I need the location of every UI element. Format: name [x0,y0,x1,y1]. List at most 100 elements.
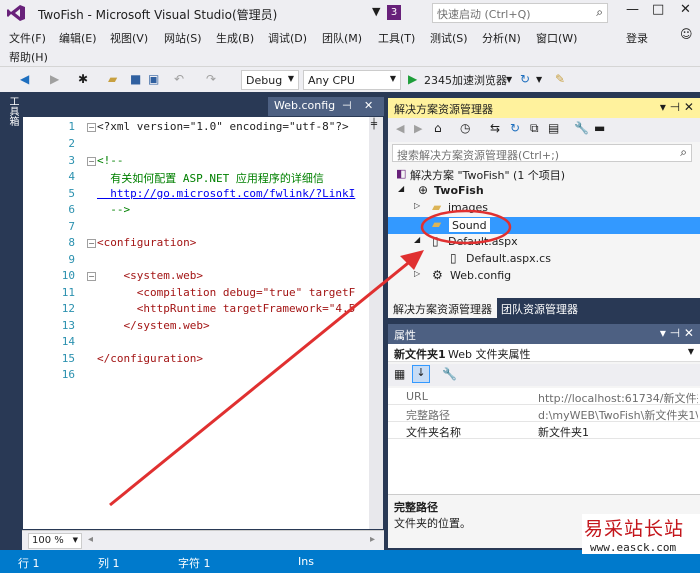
property-row[interactable]: 完整路径 d:\myWEB\TwoFish\新文件夹1\ [388,405,700,422]
tree-item-solution[interactable]: ◧ 解决方案 "TwoFish" (1 个项目) [388,166,700,183]
back-icon[interactable]: ◀ [20,72,29,86]
menu-website[interactable]: 网站(S) [164,30,202,46]
notification-flag-icon[interactable]: ▼ [372,5,380,18]
collapse-all-icon[interactable]: ⧉ [530,121,539,136]
collapse-icon[interactable]: − [87,123,96,132]
vertical-scrollbar[interactable]: ╪ [369,117,383,529]
open-file-icon[interactable]: ▰ [108,72,117,86]
tab-team-explorer[interactable]: 团队资源管理器 [496,298,583,318]
login-link[interactable]: 登录 [626,30,648,46]
chevron-down-icon[interactable]: ▼ [506,75,512,84]
status-column: 列 1 [98,557,120,570]
expanded-arrow-icon[interactable]: ◢ [414,235,420,244]
save-all-icon[interactable]: ▣ [148,72,159,86]
expanded-arrow-icon[interactable]: ◢ [398,184,404,193]
menu-team[interactable]: 团队(M) [322,30,362,46]
tree-item-default-aspx-cs[interactable]: ▯ Default.aspx.cs [388,251,700,268]
standard-toolbar: ◀ ▶ ✱ ▰ ■ ▣ ↶ ↷ Debug ▼ Any CPU ▼ ▶ 2345… [0,66,700,92]
platform-select[interactable]: Any CPU ▼ [303,70,401,90]
code-line: <system.web> [97,269,203,282]
tree-item-images-folder[interactable]: ▷ ▰ images [388,200,700,217]
run-target-button[interactable]: 2345加速浏览器 [424,72,507,88]
toolbox-tab[interactable]: 工具箱 [5,96,20,126]
tree-item-web-config[interactable]: ▷ ⚙ Web.config [388,268,700,285]
object-type: Web 文件夹属性 [448,348,531,361]
collapse-icon[interactable]: − [87,239,96,248]
menu-build[interactable]: 生成(B) [216,30,254,46]
forward-icon[interactable]: ▶ [50,72,59,86]
menu-test[interactable]: 测试(S) [430,30,468,46]
account-icon[interactable]: ☺ [680,27,693,41]
new-project-icon[interactable]: ✱ [78,72,88,86]
close-icon[interactable]: ✕ [364,99,373,112]
alphabetical-icon[interactable]: ↓ [412,365,430,383]
quick-launch-input[interactable]: 快速启动 (Ctrl+Q) ⌕ [432,3,608,23]
sync-icon[interactable]: ⇆ [490,121,500,135]
categorized-icon[interactable]: ▦ [394,367,405,381]
show-all-files-icon[interactable]: ▤ [548,121,559,135]
chevron-down-icon[interactable]: ▼ [536,75,542,84]
solution-explorer-panel: 解决方案资源管理器 ▾ ⊣ ✕ ◀ ▶ ⌂ ◷ ⇆ ↻ ⧉ ▤ 🔧 ▬ 搜索解决… [388,98,700,298]
zoom-select[interactable]: 100 % ▼ [28,533,82,549]
config-select[interactable]: Debug ▼ [241,70,299,90]
collapsed-arrow-icon[interactable]: ▷ [414,269,420,278]
save-icon[interactable]: ■ [130,72,141,86]
chevron-down-icon[interactable]: ▼ [688,347,694,356]
maximize-button[interactable]: □ [652,2,664,17]
property-row[interactable]: URL http://localhost:61734/新文件夹 [388,388,700,405]
toolbox-strip[interactable]: 工具箱 [0,92,22,550]
property-pages-icon[interactable]: 🔧 [442,367,457,381]
start-debug-icon[interactable]: ▶ [408,72,417,86]
menu-file[interactable]: 文件(F) [9,30,46,46]
collapsed-arrow-icon[interactable]: ▷ [414,201,420,210]
solution-explorer-search-input[interactable]: 搜索解决方案资源管理器(Ctrl+;) ⌕ [392,144,692,162]
minimize-button[interactable]: — [626,2,639,17]
history-icon[interactable]: ◷ [460,121,470,135]
close-button[interactable]: ✕ [680,2,691,17]
scroll-left-icon[interactable]: ◂ [88,534,93,545]
menu-edit[interactable]: 编辑(E) [59,30,97,46]
line-number: 16 [61,368,75,381]
property-value[interactable]: 新文件夹1 [538,424,698,440]
rename-input[interactable]: Sound [448,217,491,233]
tab-web-config[interactable]: Web.config ⊣ ✕ [268,97,384,116]
menu-analyze[interactable]: 分析(N) [482,30,521,46]
menu-tools[interactable]: 工具(T) [378,30,415,46]
code-line: <?xml version="1.0" encoding="utf-8"?> [97,120,349,133]
code-editor[interactable]: 1 2 3 4 5 6 7 8 9 10 11 12 13 14 15 16 −… [22,116,384,530]
menu-view[interactable]: 视图(V) [110,30,148,46]
undo-icon[interactable]: ↶ [174,72,184,86]
pin-icon[interactable]: ⊣ [342,99,352,112]
tree-item-sound-folder[interactable]: ▰ Sound [388,217,700,234]
collapse-icon[interactable]: − [87,272,96,281]
object-selector[interactable]: 新文件夹1 Web 文件夹属性 ▼ [388,344,700,362]
collapse-icon[interactable]: − [87,157,96,166]
scroll-right-icon[interactable]: ▸ [370,534,375,545]
notification-badge[interactable]: 3 [387,5,401,20]
split-icon[interactable]: ╪ [371,119,377,130]
tree-item-project[interactable]: ◢ ⊕ TwoFish [388,183,700,200]
refresh-icon[interactable]: ↻ [510,121,520,135]
menu-help[interactable]: 帮助(H) [9,49,48,65]
line-number: 2 [68,137,75,150]
redo-icon[interactable]: ↷ [206,72,216,86]
code-area[interactable]: <?xml version="1.0" encoding="utf-8"?> <… [97,117,367,529]
browser-link-icon[interactable]: ✎ [555,72,565,86]
properties-icon[interactable]: 🔧 [574,121,589,135]
menu-window[interactable]: 窗口(W) [536,30,577,46]
property-value: d:\myWEB\TwoFish\新文件夹1\ [538,409,698,422]
preview-icon[interactable]: ▬ [594,121,605,135]
back-icon[interactable]: ◀ [396,122,404,135]
menu-debug[interactable]: 调试(D) [268,30,307,46]
tab-solution-explorer[interactable]: 解决方案资源管理器 [388,298,497,318]
property-row[interactable]: 文件夹名称 新文件夹1 [388,422,700,439]
forward-icon[interactable]: ▶ [414,122,422,135]
refresh-icon[interactable]: ↻ [520,72,530,86]
pin-icon[interactable]: ▾ ⊣ ✕ [660,100,694,114]
website-icon: ⊕ [418,183,429,197]
pin-icon[interactable]: ▾ ⊣ ✕ [660,326,694,340]
home-icon[interactable]: ⌂ [434,121,442,135]
site-watermark: 易采站长站 www.easck.com [582,514,700,554]
code-line: </configuration> [97,352,203,365]
tree-item-default-aspx[interactable]: ◢ ▯ Default.aspx [388,234,700,251]
